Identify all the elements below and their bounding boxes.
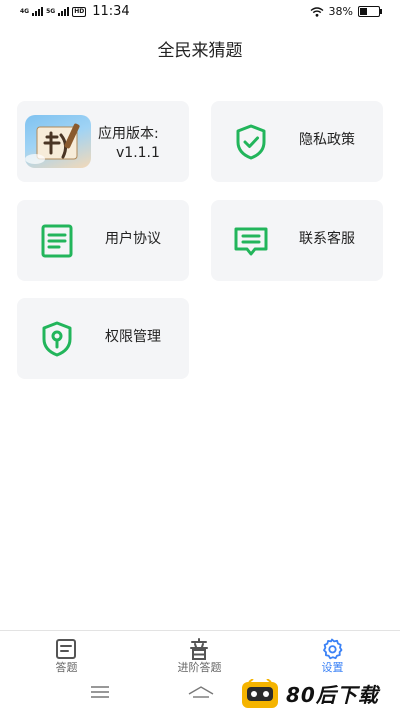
network-type-2: 5G xyxy=(46,7,56,15)
status-left: 4G 5G HD 11:34 xyxy=(20,4,130,19)
network-type-1: 4G xyxy=(20,7,30,15)
tab-quiz-label: 答题 xyxy=(55,661,78,674)
signal-icon-2 xyxy=(58,7,70,16)
contact-support-label: 联系客服 xyxy=(299,231,355,247)
status-bar: 4G 5G HD 11:34 38% xyxy=(0,0,400,24)
privacy-policy-card[interactable]: 隐私政策 xyxy=(211,101,383,182)
battery-percent: 38% xyxy=(328,5,353,18)
user-agreement-label: 用户协议 xyxy=(105,231,161,247)
permissions-card[interactable]: 权限管理 xyxy=(17,298,189,379)
tab-settings[interactable]: 设置 xyxy=(266,631,399,677)
app-version-card: 应用版本: v1.1.1 xyxy=(17,101,189,182)
battery-fill xyxy=(360,8,367,15)
document-lines-icon xyxy=(41,224,73,258)
tab-settings-label: 设置 xyxy=(321,661,344,674)
tab-advanced-quiz[interactable]: 进阶答题 xyxy=(133,631,266,677)
permissions-label: 权限管理 xyxy=(105,329,161,345)
bottom-tab-bar: 答题 进阶答题 设置 xyxy=(0,630,400,677)
battery-icon xyxy=(358,6,382,17)
quiz-icon xyxy=(56,639,76,659)
page-title: 全民来猜题 xyxy=(157,41,243,61)
app-version-value: v1.1.1 xyxy=(116,145,160,161)
watermark-text: 80后下载 xyxy=(286,683,379,707)
shield-check-icon xyxy=(236,124,266,160)
app-version-label: 应用版本: xyxy=(98,126,159,142)
privacy-policy-label: 隐私政策 xyxy=(299,132,355,148)
watermark-logo xyxy=(242,679,278,708)
menu-icon[interactable] xyxy=(91,686,109,698)
user-agreement-card[interactable]: 用户协议 xyxy=(17,200,189,281)
tab-advanced-quiz-label: 进阶答题 xyxy=(177,661,222,674)
gear-icon xyxy=(323,638,343,660)
signal-icon xyxy=(32,7,44,16)
contact-support-card[interactable]: 联系客服 xyxy=(211,200,383,281)
clock: 11:34 xyxy=(92,4,130,19)
status-right: 38% xyxy=(310,5,382,18)
app-logo xyxy=(25,115,91,168)
chat-bubble-icon xyxy=(234,227,268,256)
home-icon[interactable] xyxy=(188,685,214,701)
hd-badge: HD xyxy=(72,6,87,17)
wifi-icon xyxy=(310,6,323,17)
yin-character-icon xyxy=(190,638,208,660)
tab-quiz[interactable]: 答题 xyxy=(0,631,133,677)
shield-key-icon xyxy=(42,321,72,357)
